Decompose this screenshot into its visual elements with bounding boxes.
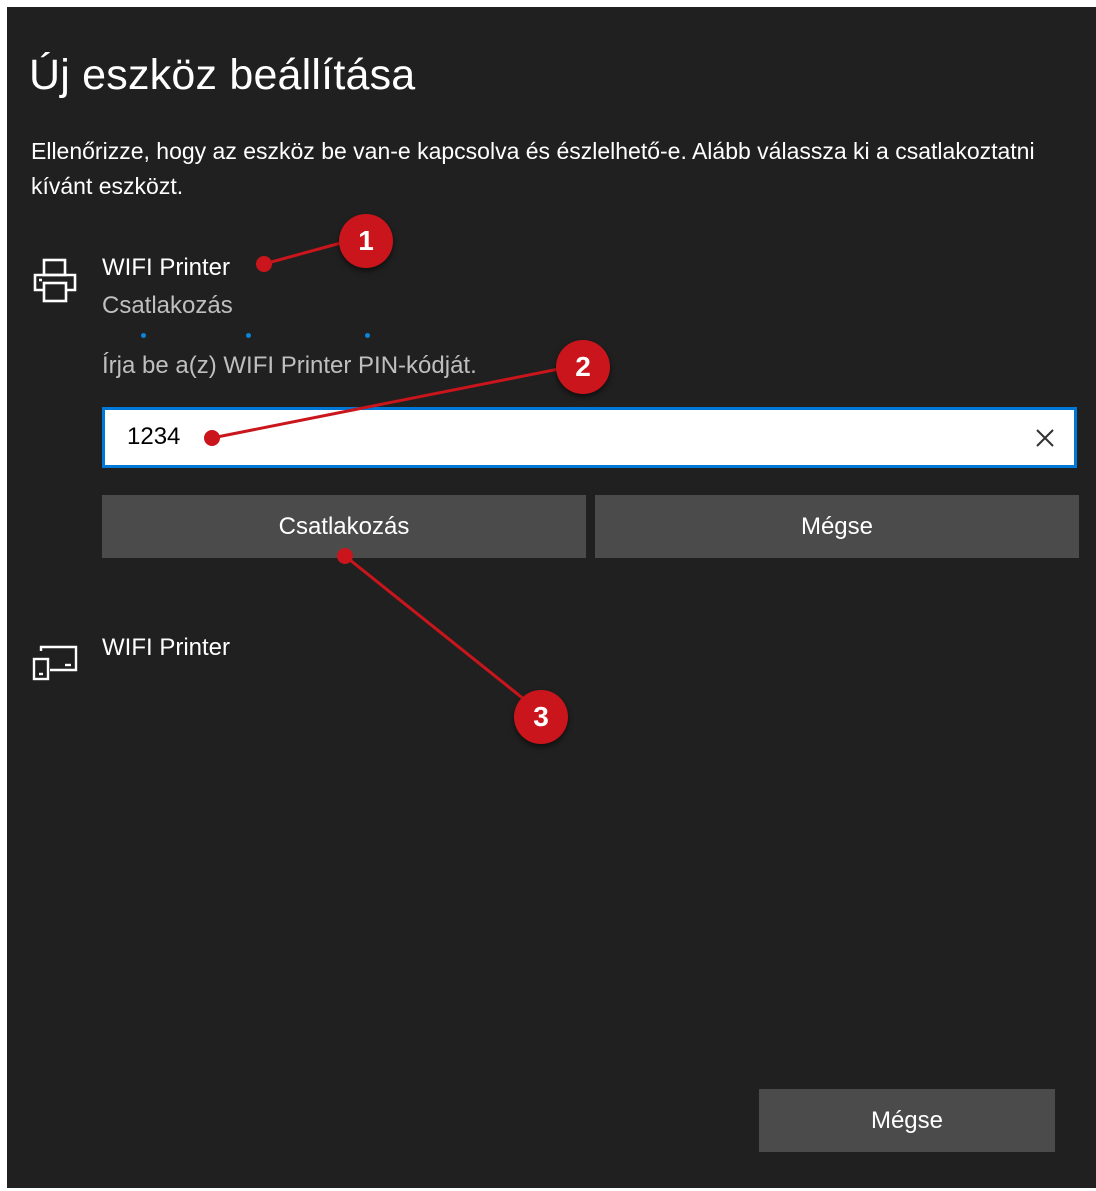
annotation-marker-2: 2	[556, 340, 610, 394]
pin-field	[102, 407, 1077, 468]
footer-cancel-button[interactable]: Mégse	[759, 1089, 1055, 1152]
dialog-title: Új eszköz beállítása	[29, 51, 416, 99]
pin-prompt: Írja be a(z) WIFI Printer PIN-kódját.	[102, 352, 477, 379]
progress-dot	[141, 333, 146, 338]
annotation-marker-1: 1	[339, 214, 393, 268]
device-name-second[interactable]: WIFI Printer	[102, 634, 230, 662]
cancel-button[interactable]: Mégse	[595, 495, 1079, 558]
progress-dot	[246, 333, 251, 338]
progress-dot	[365, 333, 370, 338]
printer-icon	[31, 257, 79, 305]
dialog-description: Ellenőrizze, hogy az eszköz be van-e kap…	[31, 138, 1035, 199]
device-name-printer[interactable]: WIFI Printer	[102, 254, 230, 282]
device-icon	[31, 643, 79, 683]
device-status: Csatlakozás	[102, 292, 233, 319]
setup-dialog: Új eszköz beállítása Ellenőrizze, hogy a…	[7, 7, 1096, 1188]
annotation-marker-3: 3	[514, 690, 568, 744]
connect-button[interactable]: Csatlakozás	[102, 495, 586, 558]
clear-icon[interactable]	[1034, 427, 1056, 449]
pin-input[interactable]	[127, 418, 1007, 456]
